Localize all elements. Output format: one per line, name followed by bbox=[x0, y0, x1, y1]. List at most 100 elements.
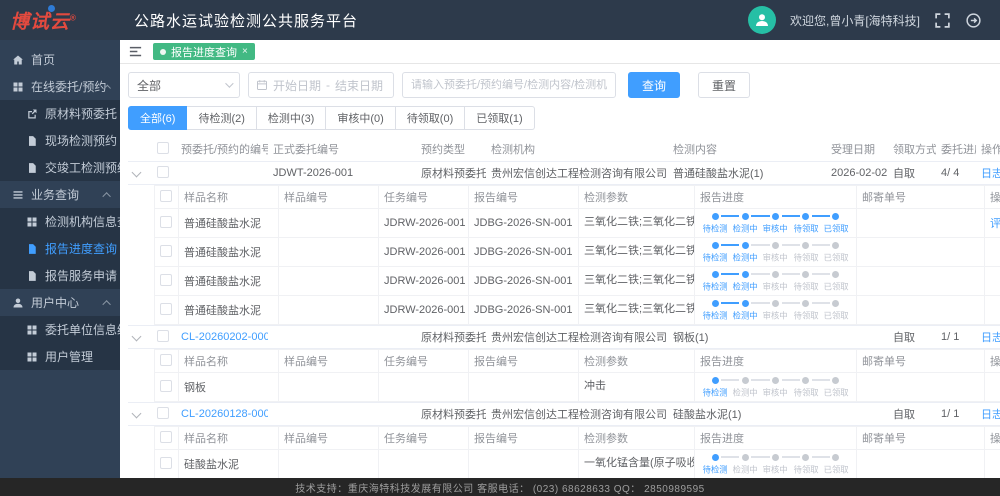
logout-icon[interactable] bbox=[965, 12, 982, 29]
close-icon[interactable]: × bbox=[242, 46, 248, 57]
select-all-checkbox[interactable] bbox=[157, 142, 169, 154]
mail-no bbox=[857, 296, 985, 325]
row-checkbox[interactable] bbox=[160, 457, 172, 469]
checkbox-column-header bbox=[152, 137, 176, 162]
progress-step: 审核中 bbox=[760, 452, 790, 476]
status-tab-reviewing[interactable]: 审核中(0) bbox=[326, 106, 395, 130]
row-checkbox[interactable] bbox=[157, 407, 169, 419]
progress-step: 待领取 bbox=[791, 375, 821, 399]
row-checkbox[interactable] bbox=[157, 330, 169, 342]
progress-step-label: 已领取 bbox=[822, 387, 850, 399]
sidebar-item-report-progress-query[interactable]: 报告进度查询 bbox=[0, 235, 120, 262]
page-title: 公路水运试验检测公共服务平台 bbox=[134, 10, 358, 31]
sidebar-item-completion-test-booking[interactable]: 交竣工检测预约 bbox=[0, 154, 120, 181]
tab-report-progress-query[interactable]: 报告进度查询 × bbox=[153, 43, 255, 60]
status-tab-pending-pickup[interactable]: 待领取(0) bbox=[396, 106, 465, 130]
sidebar-section-business-query[interactable]: 业务查询 bbox=[0, 181, 120, 208]
column-header: 检测参数 bbox=[579, 350, 695, 373]
pre-entrust-no-link[interactable]: CL-20260128-0002 bbox=[181, 408, 268, 420]
sidebar-item-label: 原材料预委托 bbox=[45, 105, 117, 122]
test-content: 普通硅酸盐水泥(1) bbox=[668, 162, 826, 185]
status-tab-all[interactable]: 全部(6) bbox=[128, 106, 187, 130]
sample-table: 样品名称 样品编号 任务编号 报告编号 检测参数 报告进度 邮寄单号 操作 bbox=[154, 349, 1000, 402]
status-tab-testing[interactable]: 检测中(3) bbox=[257, 106, 326, 130]
sidebar-item-site-test-booking[interactable]: 现场检测预约 bbox=[0, 127, 120, 154]
progress-step-label: 已领取 bbox=[822, 464, 850, 476]
progress-step: 已领取 bbox=[821, 298, 851, 322]
status-tab-picked-up[interactable]: 已领取(1) bbox=[465, 106, 534, 130]
progress-step-label: 检测中 bbox=[731, 387, 759, 399]
sidebar-item-org-info-query[interactable]: 检测机构信息查询 bbox=[0, 208, 120, 235]
accept-date: 2026-02-02 bbox=[826, 162, 888, 185]
entrust-row: CL-20260202-0001 原材料预委托 贵州宏信创达工程检测咨询有限公司… bbox=[128, 326, 1000, 349]
status-select[interactable]: 全部 bbox=[128, 72, 240, 98]
results-table-wrap: 预委托/预约的编号 正式委托编号 预约类型 检测机构 检测内容 受理日期 领取方… bbox=[128, 137, 992, 478]
log-link[interactable]: 日志 bbox=[981, 168, 1000, 180]
date-range-picker[interactable]: 开始日期 - 结束日期 bbox=[248, 72, 394, 98]
progress-step: 检测中 bbox=[730, 375, 760, 399]
grid-icon bbox=[12, 81, 24, 93]
progress-step-label: 待领取 bbox=[792, 464, 820, 476]
column-header: 样品编号 bbox=[279, 427, 379, 450]
row-actions bbox=[985, 450, 1000, 479]
calendar-icon bbox=[256, 79, 268, 91]
collapse-menu-icon[interactable] bbox=[128, 44, 143, 59]
fullscreen-icon[interactable] bbox=[934, 12, 951, 29]
column-header: 操作 bbox=[985, 186, 1000, 209]
report-icon bbox=[26, 243, 38, 255]
sidebar-item-home[interactable]: 首页 bbox=[0, 46, 120, 73]
sidebar-item-label: 委托单位信息维护 bbox=[45, 321, 120, 338]
query-button[interactable]: 查询 bbox=[628, 72, 680, 98]
select-all-checkbox[interactable] bbox=[160, 431, 172, 443]
sidebar-item-report-service-apply[interactable]: 报告服务申请 bbox=[0, 262, 120, 289]
progress-step-label: 待检测 bbox=[701, 281, 729, 293]
sidebar-section-online-entrust[interactable]: 在线委托/预约 bbox=[0, 73, 120, 100]
progress-dot bbox=[742, 377, 749, 384]
status-tab-pending-test[interactable]: 待检测(2) bbox=[187, 106, 256, 130]
log-link[interactable]: 日志 bbox=[981, 332, 1000, 344]
search-input[interactable] bbox=[411, 79, 607, 91]
column-header: 样品名称 bbox=[179, 350, 279, 373]
expand-arrow-icon[interactable] bbox=[132, 332, 142, 342]
progress-dot bbox=[772, 213, 779, 220]
column-header: 邮寄单号 bbox=[857, 186, 985, 209]
logo-text: 博试云® bbox=[10, 7, 77, 34]
pre-entrust-no-link[interactable]: CL-20260202-0001 bbox=[181, 331, 268, 343]
sidebar-item-label: 检测机构信息查询 bbox=[45, 213, 120, 230]
home-icon bbox=[12, 54, 24, 66]
sample-name: 普通硅酸盐水泥 bbox=[179, 267, 279, 296]
select-all-checkbox[interactable] bbox=[160, 190, 172, 202]
reset-button[interactable]: 重置 bbox=[698, 72, 750, 98]
avatar[interactable] bbox=[748, 6, 776, 34]
sidebar-section-user-center[interactable]: 用户中心 bbox=[0, 289, 120, 316]
accept-date bbox=[826, 403, 888, 426]
sidebar-item-entrust-unit-info[interactable]: 委托单位信息维护 bbox=[0, 316, 120, 343]
sidebar-item-raw-material-pre-entrust[interactable]: 原材料预委托 bbox=[0, 100, 120, 127]
expand-arrow-icon[interactable] bbox=[132, 409, 142, 419]
row-checkbox[interactable] bbox=[157, 166, 169, 178]
row-checkbox[interactable] bbox=[160, 245, 172, 257]
sample-name: 硅酸盐水泥 bbox=[179, 450, 279, 479]
column-header: 操作 bbox=[985, 350, 1000, 373]
column-header: 报告编号 bbox=[469, 186, 579, 209]
logo[interactable]: 博试云® bbox=[0, 7, 120, 34]
report-no: JDBG-2026-SN-001 bbox=[469, 209, 579, 238]
progress-step: 审核中 bbox=[760, 269, 790, 293]
row-checkbox[interactable] bbox=[160, 303, 172, 315]
row-checkbox[interactable] bbox=[160, 274, 172, 286]
evaluate-link[interactable]: 评价 bbox=[990, 218, 1000, 230]
progress-step-label: 待领取 bbox=[792, 281, 820, 293]
sidebar-item-user-management[interactable]: 用户管理 bbox=[0, 343, 120, 370]
sidebar-item-label: 交竣工检测预约 bbox=[45, 159, 120, 176]
row-checkbox[interactable] bbox=[160, 380, 172, 392]
report-progress: 待检测检测中审核中待领取已领取 bbox=[700, 211, 851, 235]
progress-dot bbox=[802, 271, 809, 278]
row-checkbox[interactable] bbox=[160, 216, 172, 228]
expand-arrow-icon[interactable] bbox=[132, 168, 142, 178]
task-no: JDRW-2026-001 bbox=[379, 267, 469, 296]
document-icon bbox=[26, 162, 38, 174]
log-link[interactable]: 日志 bbox=[981, 409, 1000, 421]
progress-step: 待领取 bbox=[791, 298, 821, 322]
select-all-checkbox[interactable] bbox=[160, 354, 172, 366]
progress-step-label: 审核中 bbox=[762, 310, 790, 322]
